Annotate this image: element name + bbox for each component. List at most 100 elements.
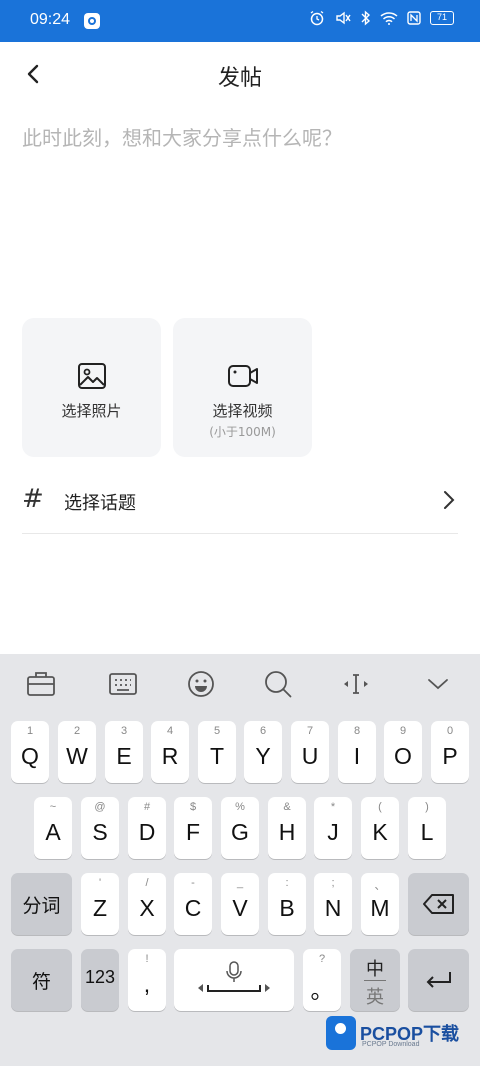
space-key[interactable] bbox=[174, 949, 294, 1011]
key-u[interactable]: 7U bbox=[291, 721, 329, 783]
search-icon[interactable] bbox=[262, 668, 294, 700]
collapse-keyboard-icon[interactable] bbox=[422, 668, 454, 700]
key-s-sup: @ bbox=[94, 801, 106, 813]
key-f[interactable]: $ F bbox=[174, 797, 212, 859]
key-u-sup: 7 bbox=[306, 725, 314, 737]
key-q-sup: 1 bbox=[26, 725, 34, 737]
key-y[interactable]: 6Y bbox=[244, 721, 282, 783]
key-a-sup: ~ bbox=[49, 801, 57, 813]
key-j[interactable]: * J bbox=[314, 797, 352, 859]
title-bar: 发帖 bbox=[0, 42, 480, 106]
number-key[interactable]: 123 bbox=[81, 949, 119, 1011]
key-s[interactable]: @ S bbox=[81, 797, 119, 859]
key-q[interactable]: 1Q bbox=[11, 721, 49, 783]
image-icon bbox=[77, 363, 106, 389]
bluetooth-icon bbox=[361, 10, 371, 26]
key-c-sup: - bbox=[191, 877, 195, 889]
key-a[interactable]: ~ A bbox=[34, 797, 72, 859]
select-topic-row[interactable]: # 选择话题 bbox=[22, 470, 458, 534]
video-camera-icon bbox=[227, 365, 258, 387]
key-j-sup: * bbox=[330, 801, 336, 813]
key-o-sup: 9 bbox=[399, 725, 407, 737]
keyboard-toolbar bbox=[0, 654, 480, 714]
key-w[interactable]: 2W bbox=[58, 721, 96, 783]
status-time: 09:24 bbox=[30, 11, 71, 28]
key-l-sup: ) bbox=[425, 801, 429, 813]
page-title: 发帖 bbox=[217, 66, 262, 91]
backspace-key[interactable] bbox=[408, 873, 469, 935]
status-icons: 71 bbox=[309, 10, 454, 26]
key-h[interactable]: & H bbox=[268, 797, 306, 859]
watermark-logo: PCPOP下载 PCPOP Download bbox=[326, 1014, 476, 1054]
key-x[interactable]: / X bbox=[128, 873, 166, 935]
key-o[interactable]: 9O bbox=[384, 721, 422, 783]
key-z-sup: ' bbox=[98, 877, 102, 889]
key-p[interactable]: 0P bbox=[431, 721, 469, 783]
enter-key[interactable] bbox=[408, 949, 469, 1011]
cursor-move-icon[interactable] bbox=[340, 668, 372, 700]
key-z-label: Z bbox=[92, 895, 108, 921]
key-k[interactable]: (K bbox=[361, 797, 399, 859]
space-bar-icon bbox=[198, 984, 270, 992]
key-n[interactable]: ; N bbox=[314, 873, 352, 935]
key-i-sup: 8 bbox=[353, 725, 361, 737]
select-photo-button[interactable]: 选择照片 bbox=[22, 318, 161, 457]
key-k-label: K bbox=[372, 819, 388, 845]
key-y-sup: 6 bbox=[259, 725, 267, 737]
keyboard-layout-icon[interactable] bbox=[107, 668, 139, 700]
toolbox-icon[interactable] bbox=[25, 668, 57, 700]
key-e-label: E bbox=[116, 743, 132, 769]
emoji-icon[interactable] bbox=[185, 668, 217, 700]
key-v[interactable]: _ V bbox=[221, 873, 259, 935]
key-l-label: L bbox=[420, 819, 434, 845]
key-e[interactable]: 3E bbox=[105, 721, 143, 783]
key-c[interactable]: -C bbox=[174, 873, 212, 935]
key-r[interactable]: 4R bbox=[151, 721, 189, 783]
period-key[interactable]: ?。 bbox=[303, 949, 341, 1011]
key-r-sup: 4 bbox=[166, 725, 174, 737]
key-d-label: D bbox=[138, 819, 156, 845]
key-z[interactable]: ' Z bbox=[81, 873, 119, 935]
key-o-label: O bbox=[394, 743, 412, 769]
key-d-sup: # bbox=[143, 801, 151, 813]
key-x-label: X bbox=[139, 895, 155, 921]
key-g[interactable]: % G bbox=[221, 797, 259, 859]
key-y-label: Y bbox=[255, 743, 271, 769]
key-m-label: M bbox=[370, 895, 390, 921]
comma-key-sup: ! bbox=[145, 953, 149, 965]
key-j-label: J bbox=[327, 819, 339, 845]
key-w-sup: 2 bbox=[73, 725, 81, 737]
video-size-limit: (小于100M) bbox=[209, 425, 276, 439]
symbol-key[interactable]: 符 bbox=[11, 949, 72, 1011]
key-m[interactable]: 、 M bbox=[361, 873, 399, 935]
key-h-sup: & bbox=[283, 801, 291, 813]
key-i[interactable]: 8I bbox=[338, 721, 376, 783]
key-l[interactable]: ) L bbox=[408, 797, 446, 859]
language-switch-key[interactable]: 中 英 bbox=[350, 949, 400, 1011]
key-e-sup: 3 bbox=[120, 725, 128, 737]
watermark-p-icon bbox=[326, 1016, 356, 1050]
select-photo-label: 选择照片 bbox=[61, 402, 122, 420]
segment-key[interactable]: 分词 bbox=[11, 873, 72, 935]
post-content-input[interactable] bbox=[22, 122, 458, 302]
select-video-button[interactable]: 选择视频 (小于100M) bbox=[173, 318, 312, 457]
key-b[interactable]: :B bbox=[268, 873, 306, 935]
key-p-label: P bbox=[442, 743, 458, 769]
key-c-label: C bbox=[184, 895, 202, 921]
key-i-label: I bbox=[353, 743, 361, 769]
key-d[interactable]: # D bbox=[128, 797, 166, 859]
hash-icon: # bbox=[22, 484, 44, 514]
key-h-label: H bbox=[278, 819, 296, 845]
key-g-sup: % bbox=[235, 801, 245, 813]
key-v-label: V bbox=[232, 895, 248, 921]
comma-key-label: , bbox=[143, 971, 151, 997]
key-s-label: S bbox=[92, 819, 108, 845]
key-q-label: Q bbox=[21, 743, 39, 769]
key-b-sup: : bbox=[285, 877, 289, 889]
app-notification-icon bbox=[84, 13, 100, 29]
key-f-label: F bbox=[185, 819, 201, 845]
period-key-sup: ? bbox=[318, 953, 326, 965]
period-key-label: 。 bbox=[310, 977, 334, 1003]
key-t[interactable]: 5T bbox=[198, 721, 236, 783]
comma-key[interactable]: !, bbox=[128, 949, 166, 1011]
